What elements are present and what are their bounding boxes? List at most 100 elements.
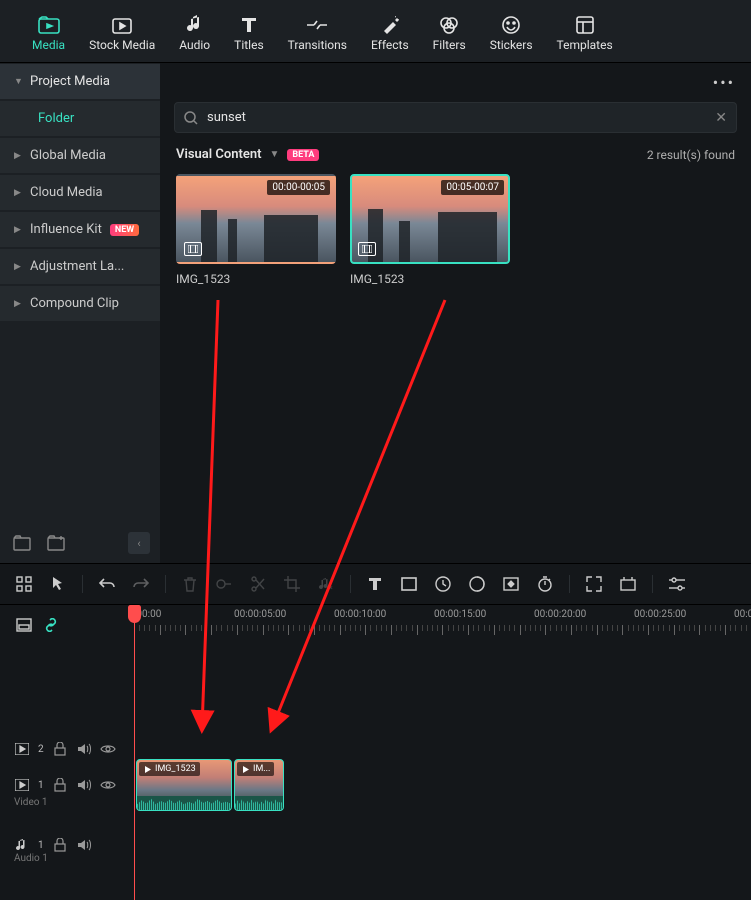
ruler-label: 00:0	[734, 609, 751, 620]
media-sidebar: ▼Project Media Folder ▶Global Media ▶ Clo…	[0, 63, 160, 563]
tab-effects[interactable]: Effects	[359, 8, 421, 58]
media-icon	[38, 14, 60, 36]
tab-stickers[interactable]: Stickers	[478, 8, 545, 58]
sidebar-item-influence-kit[interactable]: ▶Influence KitNEW	[0, 212, 160, 247]
track-label-video1: Video 1	[14, 797, 48, 808]
tab-label: Media	[32, 38, 65, 52]
widgets-icon[interactable]	[14, 574, 34, 594]
stock-media-icon	[111, 14, 133, 36]
timeline-layout-icon[interactable]	[14, 615, 33, 635]
sidebar-item-label: Cloud Media	[30, 185, 103, 200]
sidebar-item-project-media[interactable]: ▼Project Media	[0, 64, 160, 99]
lock-icon[interactable]	[52, 741, 68, 757]
pointer-icon[interactable]	[48, 574, 68, 594]
mute-icon[interactable]	[76, 837, 92, 853]
split-icon[interactable]	[248, 574, 268, 594]
audio-beat-icon[interactable]: ×	[316, 574, 336, 594]
track-header-v2: 2	[0, 733, 134, 765]
expand-icon[interactable]	[584, 574, 604, 594]
timer-icon[interactable]	[535, 574, 555, 594]
tab-label: Audio	[179, 38, 210, 52]
thumb-label: IMG_1523	[350, 272, 510, 286]
more-options-icon[interactable]: •••	[713, 73, 735, 92]
delete-icon[interactable]	[180, 574, 200, 594]
sidebar-item-folder[interactable]: Folder	[0, 101, 160, 136]
sidebar-item-label: Compound Clip	[30, 296, 119, 311]
tab-templates[interactable]: Templates	[545, 8, 625, 58]
media-thumb[interactable]: 00:00-00:05 IMG_1523	[176, 174, 336, 286]
tab-label: Templates	[557, 38, 613, 52]
playhead[interactable]	[134, 605, 135, 900]
timeline-clip[interactable]: IM...	[234, 759, 284, 811]
svg-text:×: ×	[329, 584, 333, 591]
crop-icon[interactable]	[282, 574, 302, 594]
video-track-icon	[14, 777, 30, 793]
stickers-icon	[500, 14, 522, 36]
effects-icon	[379, 14, 401, 36]
tab-stock-media[interactable]: Stock Media	[77, 8, 167, 58]
new-badge: NEW	[110, 224, 139, 236]
frame-icon[interactable]	[399, 574, 419, 594]
sidebar-item-cloud-media[interactable]: ▶ Cloud Media	[0, 175, 160, 210]
track-label-audio1: Audio 1	[14, 853, 48, 864]
lock-icon[interactable]	[52, 777, 68, 793]
color-icon[interactable]	[467, 574, 487, 594]
clip-waveform	[137, 796, 231, 810]
undo-icon[interactable]	[97, 574, 117, 594]
render-icon[interactable]	[618, 574, 638, 594]
tab-label: Stock Media	[89, 38, 155, 52]
mark-icon[interactable]	[214, 574, 234, 594]
ruler-label: 00:00:15:00	[434, 609, 534, 620]
sidebar-item-adjustment-layer[interactable]: ▶Adjustment La...	[0, 249, 160, 284]
text-icon[interactable]	[365, 574, 385, 594]
search-icon	[184, 111, 198, 125]
chevron-right-icon: ▶	[14, 151, 22, 161]
tab-audio[interactable]: Audio	[167, 8, 222, 58]
link-icon[interactable]	[41, 615, 60, 635]
chevron-right-icon: ▶	[14, 262, 22, 272]
visibility-icon[interactable]	[100, 741, 116, 757]
video-track-icon	[14, 741, 30, 757]
filters-icon	[438, 14, 460, 36]
ruler-label: 00:00:20:00	[534, 609, 634, 620]
media-thumb[interactable]: 00:05-00:07 IMG_1523	[350, 174, 510, 286]
visibility-icon[interactable]	[100, 777, 116, 793]
beta-badge: BETA	[287, 149, 319, 161]
speed-icon[interactable]	[433, 574, 453, 594]
keyframe-icon[interactable]	[501, 574, 521, 594]
tab-filters[interactable]: Filters	[421, 8, 478, 58]
mute-icon[interactable]	[76, 777, 92, 793]
timeline-clip[interactable]: IMG_1523	[136, 759, 232, 811]
collapse-sidebar-button[interactable]: ‹	[128, 532, 150, 554]
chevron-right-icon: ▶	[14, 299, 22, 309]
sidebar-item-global-media[interactable]: ▶Global Media	[0, 138, 160, 173]
tab-titles[interactable]: Titles	[222, 8, 275, 58]
chevron-right-icon: ▶	[14, 188, 22, 198]
settings-slider-icon[interactable]	[667, 574, 687, 594]
tab-label: Stickers	[490, 38, 533, 52]
video-clip-icon	[184, 242, 202, 256]
clear-search-icon[interactable]: ✕	[715, 110, 727, 126]
ruler-label: 00:00:05:00	[234, 609, 334, 620]
results-count: 2 result(s) found	[647, 148, 735, 162]
tab-media[interactable]: Media	[20, 8, 77, 58]
search-input[interactable]	[174, 102, 737, 133]
visual-content-dropdown[interactable]: Visual Content ▼ BETA	[176, 147, 319, 162]
audio-track-icon	[14, 837, 30, 853]
sidebar-item-label: Influence Kit	[30, 222, 102, 237]
time-ruler[interactable]: :00:00 00:00:05:00 00:00:10:00 00:00:15:…	[60, 605, 751, 645]
top-tabs: Media Stock Media Audio Titles Transitio…	[0, 0, 751, 63]
new-bin-icon[interactable]	[10, 531, 34, 555]
transitions-icon	[306, 14, 328, 36]
tab-transitions[interactable]: Transitions	[276, 8, 359, 58]
thumb-timecode: 00:00-00:05	[267, 180, 330, 195]
mute-icon[interactable]	[76, 741, 92, 757]
search-field: ✕	[174, 102, 737, 133]
redo-icon[interactable]	[131, 574, 151, 594]
new-folder-icon[interactable]	[44, 531, 68, 555]
lock-icon[interactable]	[52, 837, 68, 853]
ruler-label: :00:00	[134, 609, 234, 620]
timeline-toolbar: ×	[0, 563, 751, 605]
sidebar-item-label: Project Media	[30, 74, 110, 89]
sidebar-item-compound-clip[interactable]: ▶ Compound Clip	[0, 286, 160, 321]
